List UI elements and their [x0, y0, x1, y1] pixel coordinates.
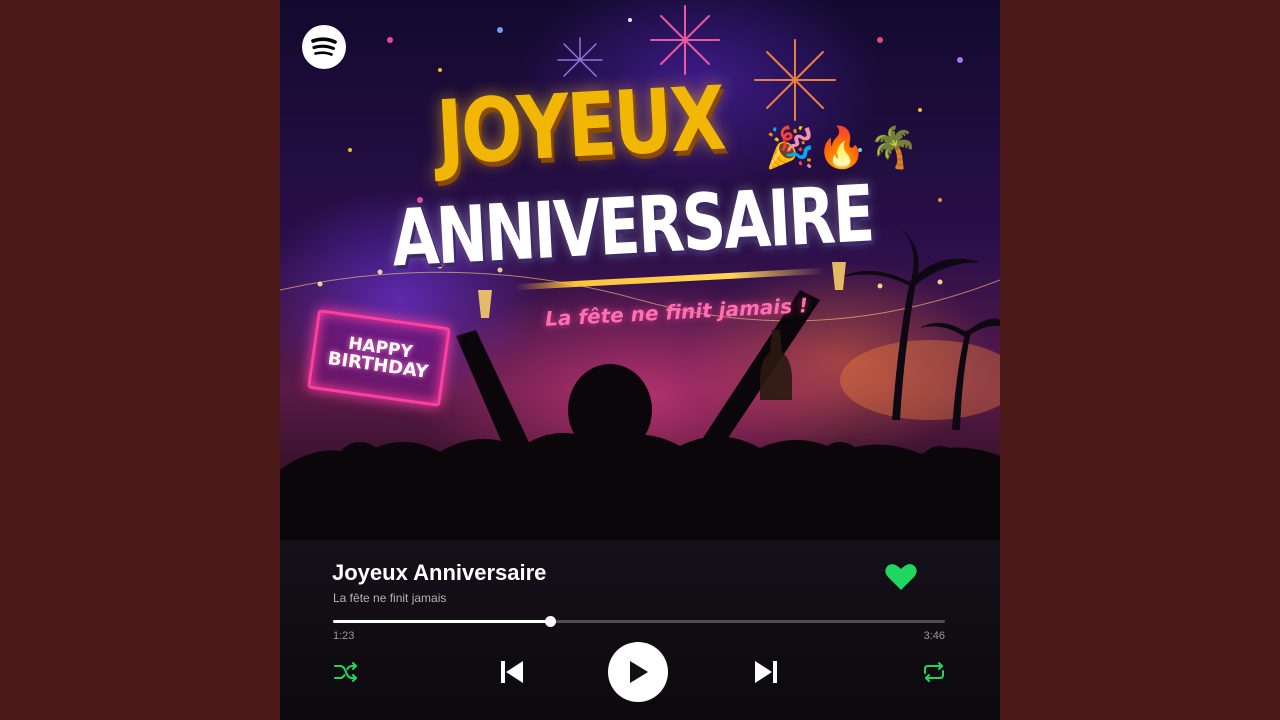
play-button[interactable] [608, 642, 668, 702]
album-artwork: JOYEUX 🎉🔥🌴 ANNIVERSAIRE La fête ne finit… [280, 0, 1000, 540]
repeat-icon [924, 662, 944, 682]
time-elapsed: 1:23 [333, 630, 355, 642]
like-button[interactable] [884, 562, 918, 592]
next-button[interactable] [750, 656, 782, 688]
party-emojis: 🎉🔥🌴 [765, 125, 921, 171]
song-title: Joyeux Anniversaire [332, 560, 547, 585]
song-subtitle: La fête ne finit jamais [333, 591, 447, 605]
repeat-button[interactable] [920, 658, 948, 686]
time-total: 3:46 [923, 630, 945, 642]
neon-sign-line2: BIRTHDAY [326, 348, 430, 384]
progress-bar[interactable] [333, 616, 945, 627]
shuffle-button[interactable] [332, 658, 360, 686]
progress-fill [333, 620, 551, 623]
play-icon [630, 661, 648, 683]
previous-button[interactable] [496, 656, 528, 688]
skip-previous-icon [501, 661, 523, 683]
progress-handle[interactable] [545, 616, 557, 627]
player-controls: Joyeux Anniversaire La fête ne finit jam… [280, 540, 1000, 720]
spotify-icon [302, 25, 346, 69]
album-card: JOYEUX 🎉🔥🌴 ANNIVERSAIRE La fête ne finit… [280, 0, 1000, 720]
shuffle-icon [334, 662, 357, 682]
heart-icon [885, 564, 917, 590]
skip-next-icon [755, 661, 777, 683]
